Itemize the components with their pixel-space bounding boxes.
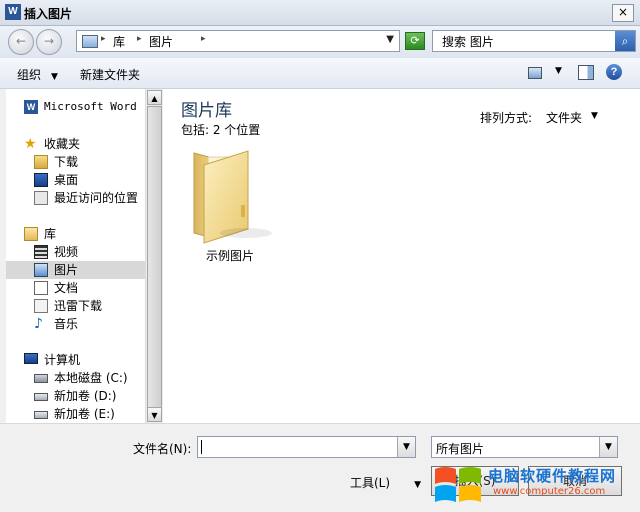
search-placeholder: 搜索 图片: [442, 35, 494, 49]
pictures-icon: [34, 263, 48, 277]
sidebar-item-music[interactable]: ♪ 音乐: [34, 315, 145, 333]
library-icon: [24, 227, 38, 241]
breadcrumb-arrow-icon[interactable]: ▸: [201, 34, 206, 44]
close-button[interactable]: ×: [612, 4, 634, 22]
back-button[interactable]: ←: [8, 29, 34, 55]
breadcrumb-arrow-icon[interactable]: ▸: [101, 34, 106, 44]
search-box[interactable]: 搜索 图片 ⌕: [432, 30, 636, 52]
sidebar-item-drive-d[interactable]: 新加卷 (D:): [34, 387, 145, 405]
star-icon: ★: [24, 136, 37, 152]
organize-label: 组织: [17, 68, 42, 82]
organize-button[interactable]: 组织 ▼: [17, 66, 58, 83]
drive-icon: [34, 411, 48, 419]
computer-icon: [24, 353, 38, 364]
video-icon: [34, 245, 48, 259]
navigation-pane[interactable]: W Microsoft Word ★ 收藏夹 下载 桌面 最近访问的位置 库 视…: [6, 89, 145, 423]
arrange-dropdown-icon[interactable]: ▼: [591, 111, 598, 121]
scroll-up-icon[interactable]: ▲: [147, 90, 162, 105]
scroll-down-icon[interactable]: ▼: [147, 407, 162, 422]
arrange-by-label: 排列方式:: [480, 111, 533, 125]
window-title: 插入图片: [24, 7, 73, 21]
forward-button[interactable]: →: [36, 29, 62, 55]
folder-item[interactable]: [186, 147, 276, 251]
windows-logo-watermark: [435, 467, 481, 502]
view-options-dropdown-icon[interactable]: ▼: [555, 66, 562, 76]
chevron-down-icon: ▼: [51, 72, 58, 82]
insert-picture-dialog: W 插入图片 × ← → ▸ 库 ▸ 图片 ▸ ▼ ⟳ 搜索 图片 ⌕ 组织 ▼ …: [0, 0, 640, 512]
word-app-icon: W: [5, 4, 21, 20]
breadcrumb-library[interactable]: 库: [113, 33, 125, 50]
library-title: 图片库: [181, 101, 232, 121]
drive-icon: [34, 393, 48, 401]
breadcrumb-pictures[interactable]: 图片: [149, 33, 173, 50]
local-disk-icon: [34, 374, 48, 383]
text-caret: [201, 440, 202, 454]
sidebar-item-pictures[interactable]: 图片: [6, 261, 145, 279]
pictures-library-icon: [82, 35, 98, 48]
file-type-value: 所有图片: [436, 442, 485, 456]
file-type-dropdown-icon[interactable]: ▼: [599, 437, 617, 457]
filename-label: 文件名(N):: [133, 442, 192, 456]
file-list-pane[interactable]: 图片库 包括: 2 个位置 排列方式: 文件夹 ▼ 示例图片: [163, 89, 640, 423]
library-locations-link[interactable]: 包括: 2 个位置: [181, 121, 260, 138]
command-toolbar: 组织 ▼ 新建文件夹 ▼ ?: [0, 58, 640, 89]
documents-icon: [34, 281, 48, 295]
arrange-by-value[interactable]: 文件夹: [546, 109, 582, 126]
recent-places-icon: [34, 191, 48, 205]
music-icon: ♪: [34, 316, 43, 332]
filename-input[interactable]: ▼: [197, 436, 416, 458]
tools-label: 工具(L): [350, 476, 391, 490]
sidebar-item-drive-e[interactable]: 新加卷 (E:): [34, 405, 145, 423]
sidebar-item-drive-c[interactable]: 本地磁盘 (C:): [34, 369, 145, 387]
sidebar-item-documents[interactable]: 文档: [34, 279, 145, 297]
tools-button[interactable]: 工具(L) ▼: [350, 474, 421, 491]
address-bar[interactable]: ▸ 库 ▸ 图片 ▸ ▼: [76, 30, 400, 52]
sidebar-item-recent-places[interactable]: 最近访问的位置: [34, 189, 145, 207]
refresh-button[interactable]: ⟳: [405, 32, 425, 50]
filename-dropdown-icon[interactable]: ▼: [397, 437, 415, 457]
thunder-download-icon: [34, 299, 48, 313]
sidebar-item-word[interactable]: W Microsoft Word: [24, 98, 145, 116]
sidebar-item-downloads[interactable]: 下载: [34, 153, 145, 171]
nav-pane-scrollbar[interactable]: ▲ ▼: [145, 89, 163, 423]
title-bar: W 插入图片 ×: [0, 0, 640, 26]
folder-label[interactable]: 示例图片: [206, 247, 254, 264]
sidebar-item-videos[interactable]: 视频: [34, 243, 145, 261]
sidebar-item-libraries[interactable]: 库: [24, 225, 145, 243]
preview-pane-icon[interactable]: [578, 65, 594, 80]
watermark-url: www.computer26.com: [493, 486, 606, 497]
sidebar-item-computer[interactable]: 计算机: [24, 351, 145, 369]
search-icon[interactable]: ⌕: [615, 31, 635, 51]
chevron-down-icon: ▼: [414, 480, 421, 490]
breadcrumb-arrow-icon[interactable]: ▸: [137, 34, 142, 44]
sidebar-item-favorites[interactable]: ★ 收藏夹: [24, 135, 145, 153]
navigation-bar: ← → ▸ 库 ▸ 图片 ▸ ▼ ⟳ 搜索 图片 ⌕: [0, 26, 640, 58]
sidebar-item-thunder-downloads[interactable]: 迅雷下载: [34, 297, 145, 315]
address-dropdown-icon[interactable]: ▼: [386, 34, 394, 45]
help-icon[interactable]: ?: [606, 64, 622, 80]
watermark-title: 电脑软硬件教程网: [488, 467, 617, 485]
scrollbar-thumb[interactable]: [147, 106, 162, 418]
change-view-icon[interactable]: [528, 67, 542, 79]
folder-icon: [193, 150, 272, 244]
new-folder-button[interactable]: 新建文件夹: [80, 66, 140, 83]
download-folder-icon: [34, 155, 48, 169]
file-type-select[interactable]: 所有图片 ▼: [431, 436, 618, 458]
sidebar-item-desktop[interactable]: 桌面: [34, 171, 145, 189]
desktop-icon: [34, 173, 48, 187]
word-icon: W: [24, 100, 38, 114]
